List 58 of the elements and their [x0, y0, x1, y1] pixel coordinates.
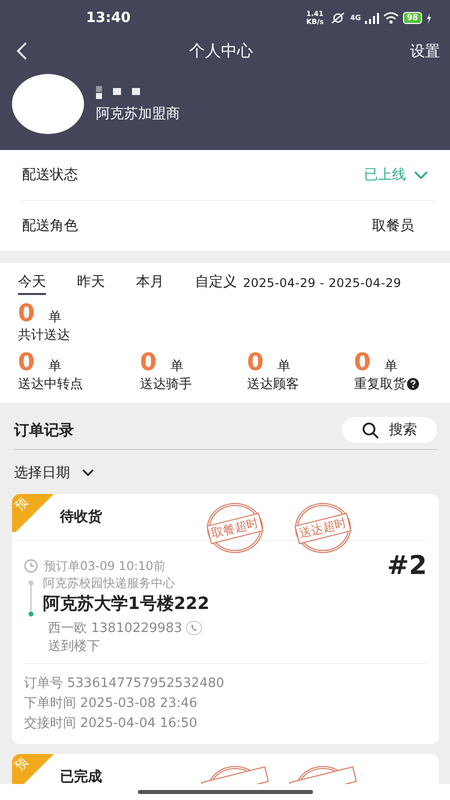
- row-label: 配送状态: [22, 166, 79, 184]
- row-value: 取餐员: [372, 217, 414, 235]
- settings-button[interactable]: 设置: [410, 42, 440, 60]
- stat-value: 0: [18, 350, 35, 374]
- search-button[interactable]: 搜索: [342, 417, 437, 443]
- row-label: 配送角色: [22, 217, 79, 235]
- pickup-location: 阿克苏校园快递服务中心: [43, 575, 176, 592]
- stat-label: 共计送达: [18, 327, 70, 344]
- date-filter[interactable]: 选择日期: [14, 464, 94, 482]
- stat-value: 0: [18, 301, 35, 325]
- settings-row[interactable]: 配送角色 取餐员: [22, 201, 434, 251]
- stat-unit: 单: [48, 309, 62, 326]
- row-value: 已上线: [364, 166, 406, 184]
- stat-unit: 单: [384, 358, 398, 375]
- customer-contact: 西一欧 13810229983: [48, 620, 182, 637]
- signal-icon: [364, 12, 379, 24]
- organization-name: 阿克苏加盟商: [96, 104, 180, 122]
- order-number: #2: [387, 551, 427, 581]
- order-detail: 订单号 5336147757952532480: [24, 675, 226, 692]
- section-title: 订单记录: [14, 420, 74, 440]
- stat-value: 0: [354, 350, 371, 374]
- stat-label: 送达骑手: [140, 376, 192, 393]
- alarm-off-icon: [330, 12, 346, 24]
- chevron-down-icon: [82, 469, 94, 477]
- order-card[interactable]: 预 已完成: [12, 754, 439, 784]
- stat-label: 重复取货: [354, 376, 406, 393]
- stat-unit: 单: [48, 358, 62, 375]
- period-tab[interactable]: 昨天: [77, 271, 105, 295]
- chevron-down-icon: [414, 171, 428, 179]
- stat-unit: 单: [278, 358, 291, 375]
- charging-icon: [426, 12, 432, 24]
- period-tab[interactable]: 本月: [136, 271, 164, 295]
- stat-label: 送达中转点: [18, 376, 83, 393]
- delivery-address: 阿克苏大学1号楼222: [43, 593, 210, 615]
- status-time: 13:40: [86, 10, 131, 26]
- date-range: 2025-04-29 - 2025-04-29: [243, 276, 402, 290]
- phone-icon: [186, 621, 202, 635]
- clock-icon: [24, 559, 38, 573]
- order-detail: 交接时间 2025-04-04 16:50: [24, 715, 198, 732]
- order-status: 待收货: [60, 508, 102, 526]
- order-status: 已完成: [60, 768, 102, 784]
- route-line-icon: [27, 579, 35, 619]
- page-title: 个人中心: [189, 40, 253, 62]
- stat-value: 0: [140, 350, 157, 374]
- settings-row[interactable]: 配送状态 已上线: [22, 150, 434, 201]
- period-tab[interactable]: 今天: [18, 271, 46, 295]
- period-tab[interactable]: 自定义: [195, 271, 237, 295]
- battery-indicator: 98: [402, 12, 422, 24]
- search-icon: [362, 422, 379, 438]
- help-icon: [407, 378, 419, 390]
- stat-value: 0: [247, 350, 264, 374]
- delivery-note: 送到楼下: [47, 638, 101, 655]
- reserve-time: 预订单03-09 10:10前: [44, 558, 166, 574]
- order-detail: 下单时间 2025-03-08 23:46: [24, 695, 198, 712]
- stat-label: 送达顾客: [247, 376, 299, 393]
- order-card[interactable]: 预 待收货 取餐超时 送达超时 预订单03-09 10:10前 #2 阿克苏校园快递服务中心 阿克苏大学1号楼222 西一欧 13810229983 送到楼下 订单号 5336147757952532480 下单时间 2025-03-08 23:46 交接时间 2025-04-04 16:50: [12, 494, 439, 744]
- wifi-icon: [382, 12, 399, 24]
- stat-unit: 单: [170, 358, 184, 375]
